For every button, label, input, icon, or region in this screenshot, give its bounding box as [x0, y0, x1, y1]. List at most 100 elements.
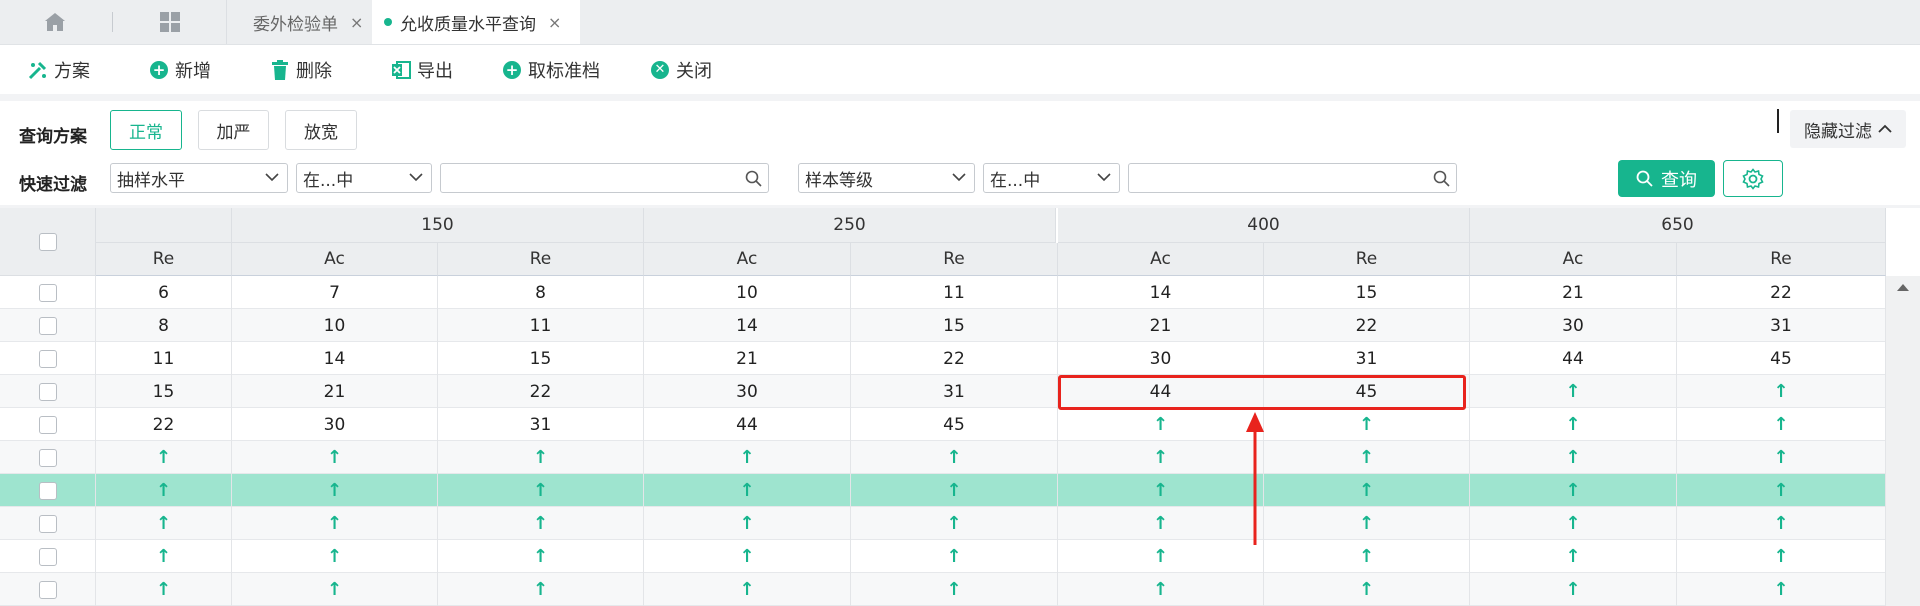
vertical-scrollbar[interactable]: [1886, 276, 1920, 606]
cancel-standard-label: 取标准档: [528, 60, 600, 82]
chevron-down-icon: [1097, 173, 1111, 182]
close-circle-icon: ✕: [650, 60, 670, 80]
close-icon[interactable]: ×: [548, 13, 561, 32]
header-sub-re: Re: [1677, 243, 1886, 276]
delete-button[interactable]: 删除: [270, 45, 332, 94]
up-arrow-icon: ↑: [644, 441, 851, 474]
plus-icon: +: [149, 60, 169, 80]
row-checkbox[interactable]: [38, 580, 57, 599]
tab-aql-query[interactable]: 允收质量水平查询 ×: [372, 0, 580, 44]
up-arrow-icon: ↑: [851, 441, 1058, 474]
table-row[interactable]: ↑ ↑ ↑ ↑ ↑ ↑ ↑ ↑ ↑: [0, 441, 1886, 474]
select-all-checkbox[interactable]: [38, 232, 57, 251]
up-arrow-icon: ↑: [1677, 408, 1886, 441]
add-button[interactable]: + 新增: [149, 45, 211, 94]
up-arrow-icon: ↑: [1470, 573, 1677, 606]
up-arrow-icon: ↑: [1470, 507, 1677, 540]
up-arrow-icon: ↑: [1058, 507, 1264, 540]
up-arrow-icon: ↑: [232, 573, 438, 606]
table-cell: 22: [96, 408, 232, 441]
close-icon[interactable]: ×: [350, 13, 363, 32]
plus-icon: +: [502, 60, 522, 80]
filter2-value-input[interactable]: [1128, 163, 1457, 193]
filter2-field-value: 样本等级: [805, 170, 873, 191]
filter1-field-select[interactable]: 抽样水平: [110, 163, 288, 193]
filter2-operator-select[interactable]: 在...中: [983, 163, 1120, 193]
data-grid: 150 250 400 650 Re Ac Re Ac Re Ac Re Ac Re 6 7 8 10 11 14 1…: [0, 208, 1920, 606]
up-arrow-icon: ↑: [438, 507, 644, 540]
table-row[interactable]: 15 21 22 30 31 44 45 ↑ ↑: [0, 375, 1886, 408]
up-arrow-icon: ↑: [96, 540, 232, 573]
query-button[interactable]: 查询: [1618, 160, 1715, 197]
tab-outsource-inspection[interactable]: 委外检验单 ×: [226, 0, 371, 44]
grid-icon[interactable]: [155, 0, 185, 44]
up-arrow-icon: ↑: [1058, 474, 1264, 507]
row-checkbox[interactable]: [38, 448, 57, 467]
filter1-operator-select[interactable]: 在...中: [296, 163, 432, 193]
table-row[interactable]: 8 10 11 14 15 21 22 30 31: [0, 309, 1886, 342]
up-arrow-icon: ↑: [232, 441, 438, 474]
close-button[interactable]: ✕ 关闭: [650, 45, 712, 94]
table-row[interactable]: ↑ ↑ ↑ ↑ ↑ ↑ ↑ ↑ ↑: [0, 573, 1886, 606]
table-cell: 21: [1470, 276, 1677, 309]
up-arrow-icon: ↑: [232, 507, 438, 540]
row-checkbox[interactable]: [38, 283, 57, 302]
scheme-reduced-button[interactable]: 放宽: [285, 110, 357, 150]
up-arrow-icon: ↑: [1470, 375, 1677, 408]
filter2-operator-value: 在...中: [990, 170, 1041, 191]
table-cell: 6: [96, 276, 232, 309]
scroll-up-icon[interactable]: [1896, 282, 1910, 292]
header-sub-ac: Ac: [1058, 243, 1264, 276]
settings-button[interactable]: [1723, 160, 1783, 197]
up-arrow-icon: ↑: [232, 540, 438, 573]
table-cell: 8: [438, 276, 644, 309]
row-checkbox[interactable]: [38, 547, 57, 566]
table-row[interactable]: ↑ ↑ ↑ ↑ ↑ ↑ ↑ ↑ ↑: [0, 474, 1886, 507]
tab-separator: [112, 12, 113, 32]
scheme-tightened-button[interactable]: 加严: [198, 110, 269, 150]
export-button[interactable]: 导出: [391, 45, 453, 94]
table-row[interactable]: ↑ ↑ ↑ ↑ ↑ ↑ ↑ ↑ ↑: [0, 507, 1886, 540]
table-cell: 10: [232, 309, 438, 342]
header-group-400: 400: [1058, 208, 1470, 243]
cancel-standard-button[interactable]: + 取标准档: [502, 45, 600, 94]
up-arrow-icon: ↑: [1470, 441, 1677, 474]
table-cell: 44: [1470, 342, 1677, 375]
row-checkbox[interactable]: [38, 415, 57, 434]
table-row[interactable]: 6 7 8 10 11 14 15 21 22: [0, 276, 1886, 309]
search-icon[interactable]: [745, 170, 762, 187]
up-arrow-icon: ↑: [851, 573, 1058, 606]
up-arrow-icon: ↑: [1058, 540, 1264, 573]
table-row[interactable]: 22 30 31 44 45 ↑ ↑ ↑ ↑: [0, 408, 1886, 441]
chevron-up-icon: [1878, 124, 1892, 133]
trash-icon: [270, 59, 290, 80]
filter2-field-select[interactable]: 样本等级: [798, 163, 975, 193]
up-arrow-icon: ↑: [1058, 573, 1264, 606]
up-arrow-icon: ↑: [438, 540, 644, 573]
up-arrow-icon: ↑: [438, 573, 644, 606]
scheme-button[interactable]: 方案: [28, 45, 90, 94]
header-group-150: 150: [232, 208, 644, 243]
up-arrow-icon: ↑: [1264, 540, 1470, 573]
scheme-normal-button[interactable]: 正常: [110, 110, 182, 150]
row-checkbox[interactable]: [38, 481, 57, 500]
scheme-icon: [28, 60, 48, 80]
table-row[interactable]: ↑ ↑ ↑ ↑ ↑ ↑ ↑ ↑ ↑: [0, 540, 1886, 573]
up-arrow-icon: ↑: [1264, 474, 1470, 507]
row-checkbox[interactable]: [38, 349, 57, 368]
filter1-value-input[interactable]: [440, 163, 769, 193]
row-checkbox[interactable]: [38, 382, 57, 401]
table-cell: 30: [644, 375, 851, 408]
chevron-down-icon: [409, 173, 423, 182]
table-cell: 22: [438, 375, 644, 408]
up-arrow-icon: ↑: [1677, 573, 1886, 606]
row-checkbox[interactable]: [38, 514, 57, 533]
up-arrow-icon: ↑: [1677, 507, 1886, 540]
up-arrow-icon: ↑: [1264, 573, 1470, 606]
search-icon[interactable]: [1433, 170, 1450, 187]
hide-filter-button[interactable]: 隐藏过滤: [1790, 110, 1906, 148]
query-button-label: 查询: [1661, 169, 1697, 191]
table-row[interactable]: 11 14 15 21 22 30 31 44 45: [0, 342, 1886, 375]
row-checkbox[interactable]: [38, 316, 57, 335]
home-icon[interactable]: [40, 0, 70, 44]
